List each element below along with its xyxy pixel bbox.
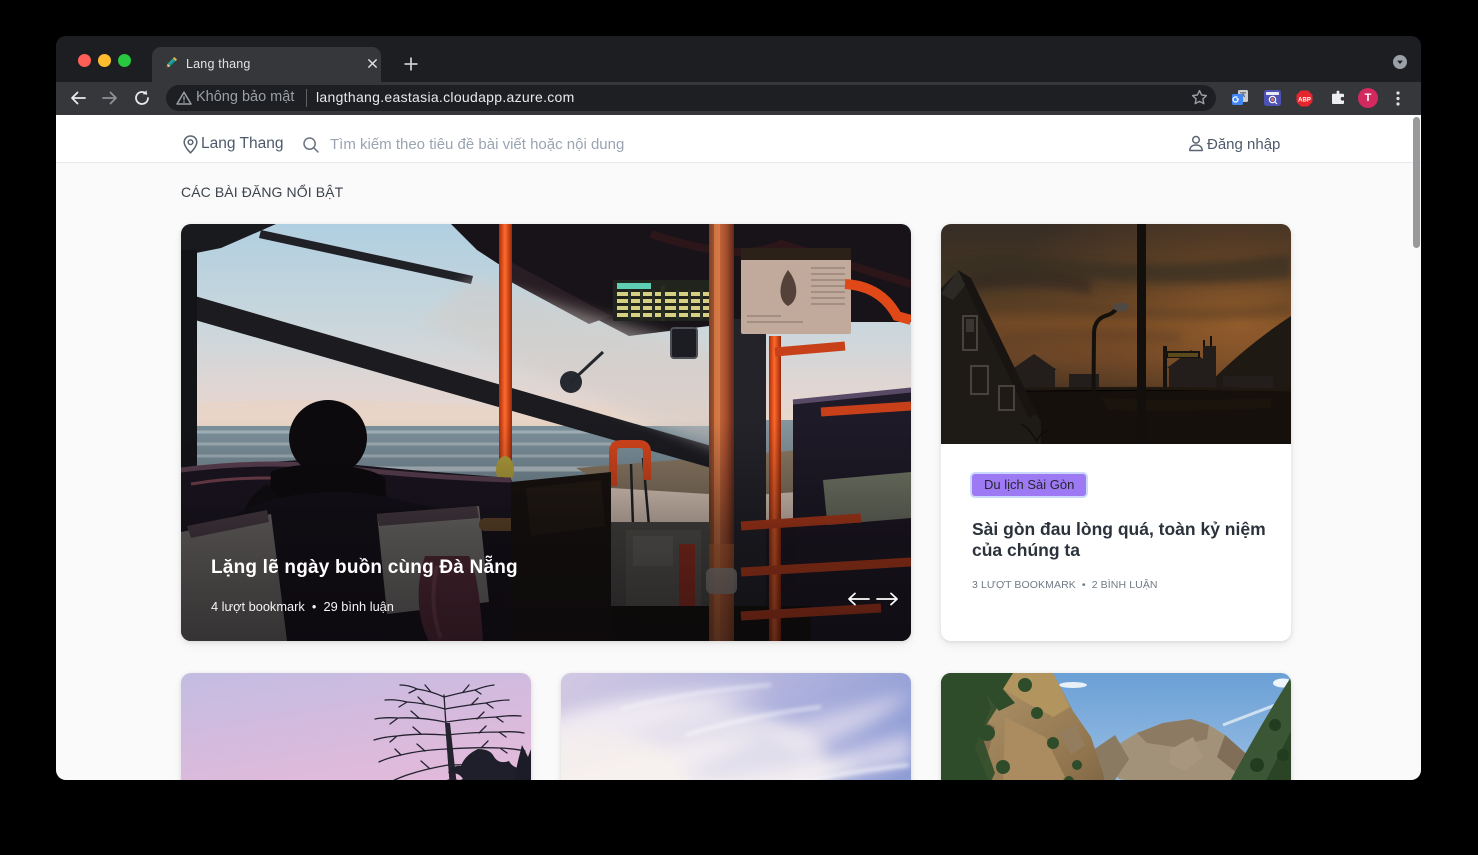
svg-text:ABP: ABP	[1298, 97, 1311, 103]
